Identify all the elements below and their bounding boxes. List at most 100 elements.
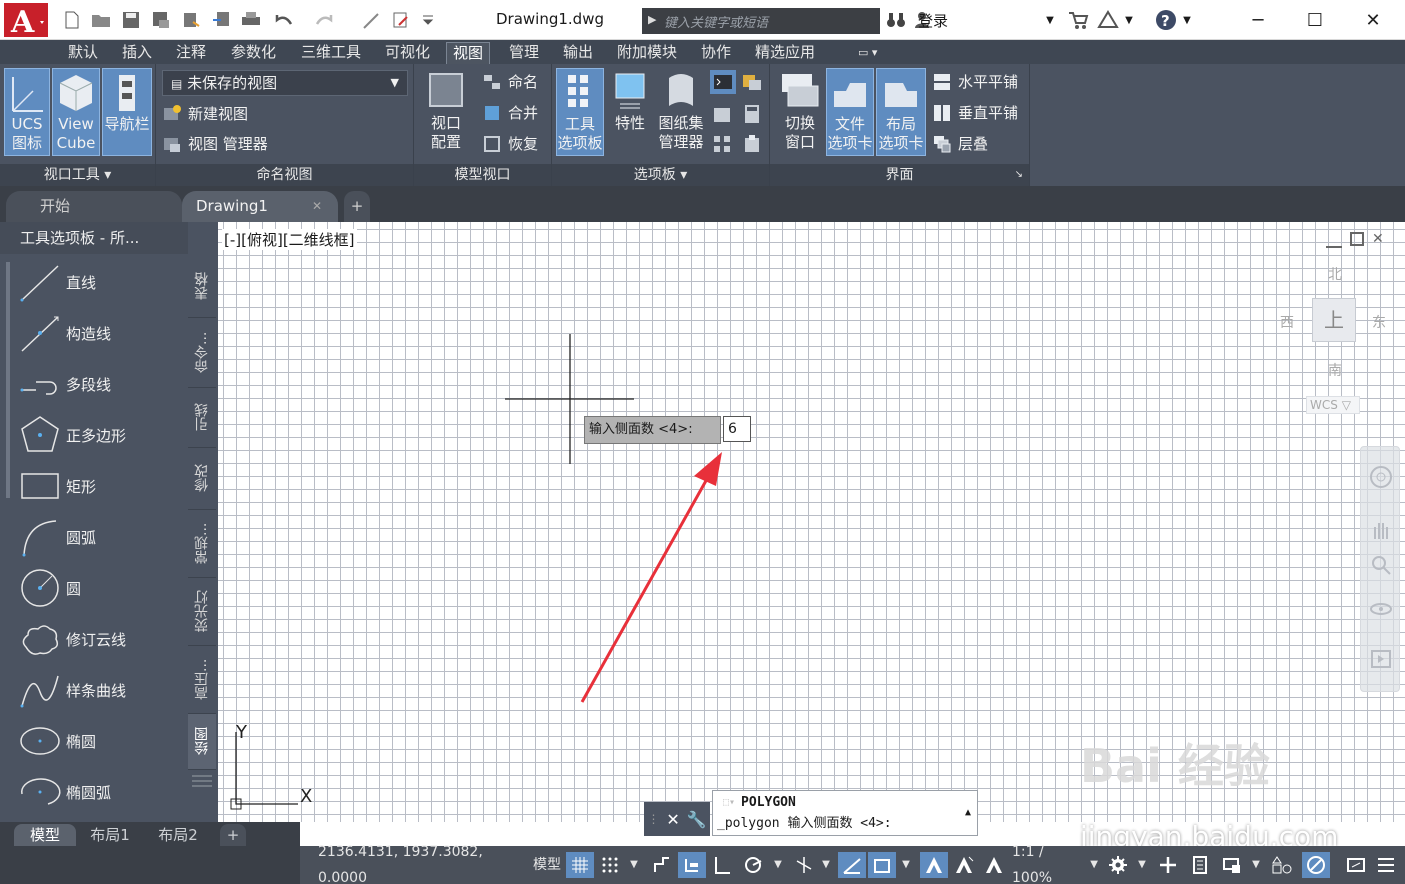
palette-item-circle[interactable]: 圆 xyxy=(18,563,188,613)
close-icon[interactable]: ✕ xyxy=(1358,8,1388,32)
snap-mode-icon[interactable] xyxy=(596,852,624,878)
units-icon[interactable] xyxy=(1186,852,1214,878)
annotation-visibility-icon[interactable] xyxy=(920,852,948,878)
calculator-icon[interactable] xyxy=(740,102,764,126)
palette-tab-fluorescent[interactable]: 荧光灯 xyxy=(188,578,216,646)
help-icon[interactable]: ? xyxy=(1154,8,1178,32)
dynamic-input-icon[interactable] xyxy=(678,852,706,878)
selection-cycling-icon[interactable] xyxy=(1268,852,1296,878)
panel-title-palettes[interactable]: 选项板 ▾ xyxy=(552,164,769,186)
clipboard-icon[interactable] xyxy=(740,132,764,156)
tab-annotate[interactable]: 注释 xyxy=(170,42,212,64)
polar-dropdown-icon[interactable]: ▼ xyxy=(770,852,786,878)
ribbon-minimize-icon[interactable]: ▭ ▾ xyxy=(852,42,883,64)
close-tab-icon[interactable]: ✕ xyxy=(312,191,322,221)
view-manager-button[interactable]: 视图 管理器 xyxy=(162,132,268,156)
pan-hand-icon[interactable] xyxy=(1369,517,1393,541)
tab-model[interactable]: 模型 xyxy=(14,824,76,846)
viewport-controls-label[interactable]: [-][俯视][二维线框] xyxy=(222,229,357,250)
design-center-icon[interactable] xyxy=(740,70,764,94)
tab-start[interactable]: 开始 xyxy=(6,191,182,222)
palette-item-elliptical-arc[interactable]: 椭圆弧 xyxy=(18,767,188,817)
plot-icon[interactable] xyxy=(239,8,263,32)
tab-drawing1[interactable]: Drawing1 ✕ xyxy=(182,191,338,222)
binoculars-icon[interactable] xyxy=(884,8,908,32)
palette-tab-high-voltage[interactable]: 高压... xyxy=(188,646,216,714)
properties-button[interactable]: 特性 xyxy=(608,68,652,156)
workspace-dropdown-icon[interactable]: ▼ xyxy=(1134,852,1150,878)
workspace-gear-icon[interactable] xyxy=(1104,852,1132,878)
dynamic-input-field[interactable]: 6 xyxy=(723,416,751,442)
panel-launcher-icon[interactable]: ↘ xyxy=(1015,164,1023,186)
history-expand-icon[interactable]: ▲ xyxy=(965,807,971,818)
palette-item-line[interactable]: 直线 xyxy=(18,257,188,307)
palette-tab-draw[interactable]: 绘图 xyxy=(188,714,216,770)
close-icon[interactable]: ✕ xyxy=(666,810,679,829)
isodraft-icon[interactable] xyxy=(790,852,818,878)
viewport-minimize-icon[interactable] xyxy=(1326,232,1342,248)
cascade-button[interactable]: 层叠 xyxy=(932,132,988,156)
palette-tab-general[interactable]: 常规... xyxy=(188,510,216,578)
file-tabs-button[interactable]: 文件 选项卡 xyxy=(826,68,874,156)
search-input[interactable]: ▶ 键入关键字或短语 xyxy=(642,8,880,34)
a360-icon[interactable] xyxy=(1096,8,1120,32)
markup-icon[interactable] xyxy=(710,102,734,126)
navigation-bar-button[interactable]: 导航栏 xyxy=(102,68,152,156)
compass-east[interactable]: 东 xyxy=(1372,312,1386,332)
tab-featured-apps[interactable]: 精选应用 xyxy=(749,42,821,64)
tab-view[interactable]: 视图 xyxy=(446,42,491,64)
cart-icon[interactable] xyxy=(1066,8,1090,32)
palette-tab-command[interactable]: 命令... xyxy=(188,318,216,388)
annotation-monitor-plus-icon[interactable] xyxy=(1154,852,1182,878)
tab-3d-tools[interactable]: 三维工具 xyxy=(295,42,367,64)
quick-properties-icon[interactable] xyxy=(1218,852,1246,878)
palette-tab-modify[interactable]: 修改 xyxy=(188,448,216,510)
save-as-icon[interactable] xyxy=(149,8,173,32)
viewport-config-button[interactable]: 视口 配置 xyxy=(420,68,472,156)
panel-title-viewport-tools[interactable]: 视口工具 ▾ xyxy=(0,164,155,186)
isodraft-dropdown-icon[interactable]: ▼ xyxy=(818,852,834,878)
palette-item-xline[interactable]: 构造线 xyxy=(18,308,188,358)
login-link[interactable]: 登录 xyxy=(918,10,948,31)
palette-title[interactable]: 工具选项板 - 所... xyxy=(0,222,188,254)
showmotion-icon[interactable] xyxy=(1369,647,1393,671)
palette-scrollbar[interactable] xyxy=(6,262,10,498)
switch-window-button[interactable]: 切换 窗口 xyxy=(774,68,826,156)
tab-layout2[interactable]: 布局2 xyxy=(146,824,210,846)
auto-scale-icon[interactable] xyxy=(950,852,978,878)
grid-icon[interactable] xyxy=(566,852,594,878)
palette-item-ellipse[interactable]: 椭圆 xyxy=(18,716,188,766)
help-dropdown-icon[interactable]: ▼ xyxy=(1182,8,1192,32)
sheetset-manager-button[interactable]: 图纸集 管理器 xyxy=(654,68,708,156)
tile-vertical-button[interactable]: 垂直平铺 xyxy=(932,101,1018,125)
new-file-icon[interactable] xyxy=(60,8,84,32)
tab-manage[interactable]: 管理 xyxy=(503,42,545,64)
tab-collaborate[interactable]: 协作 xyxy=(695,42,737,64)
palette-tab-table[interactable]: 表格 xyxy=(188,256,216,318)
osnap-dropdown-icon[interactable]: ▼ xyxy=(898,852,914,878)
viewcube-button[interactable]: View Cube xyxy=(52,68,100,156)
customization-menu-icon[interactable] xyxy=(1372,852,1400,878)
object-snap-tracking-icon[interactable] xyxy=(838,852,866,878)
polar-tracking-icon[interactable] xyxy=(740,852,768,878)
undo-icon[interactable] xyxy=(272,8,296,32)
redo-icon[interactable] xyxy=(312,8,336,32)
palette-item-arc[interactable]: 圆弧 xyxy=(18,512,188,562)
quick-properties-dropdown-icon[interactable]: ▼ xyxy=(1248,852,1264,878)
new-tab-plus-icon[interactable]: + xyxy=(344,191,370,222)
match-properties-icon[interactable] xyxy=(359,8,383,32)
steering-wheel-icon[interactable] xyxy=(1369,465,1393,489)
save-icon[interactable] xyxy=(119,8,143,32)
compass-south[interactable]: 南 xyxy=(1328,360,1342,380)
annotation-scale-readout[interactable]: 1:1 / 100% ▼ xyxy=(1012,844,1098,884)
palette-item-polygon[interactable]: 正多边形 xyxy=(18,410,188,460)
open-web-icon[interactable] xyxy=(179,8,203,32)
zoom-extents-icon[interactable] xyxy=(1369,553,1393,577)
tab-insert[interactable]: 插入 xyxy=(116,42,158,64)
palette-item-revcloud[interactable]: 修订云线 xyxy=(18,614,188,664)
compass-north[interactable]: 北 xyxy=(1328,264,1342,284)
tab-output[interactable]: 输出 xyxy=(557,42,599,64)
wcs-menu[interactable]: WCS ▽ xyxy=(1306,396,1360,414)
tab-parametric[interactable]: 参数化 xyxy=(225,42,282,64)
viewcube-top-face[interactable]: 上 xyxy=(1312,298,1356,342)
